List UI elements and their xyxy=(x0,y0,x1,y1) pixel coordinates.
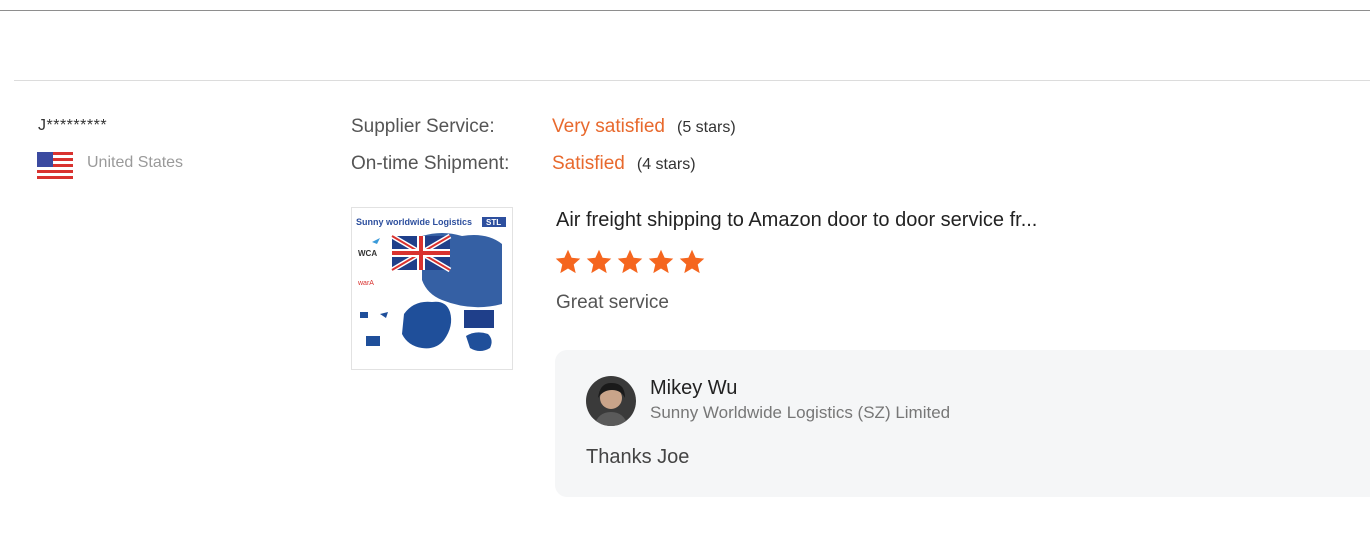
ontime-shipment-stars: (4 stars) xyxy=(636,156,696,173)
product-image[interactable]: Sunny worldwide Logistics STL WCA warA xyxy=(351,207,513,370)
supplier-service-stars: (5 stars) xyxy=(677,119,736,136)
product-star-rating xyxy=(554,248,706,278)
image-badge: STL xyxy=(486,218,501,227)
product-thumbnail: Sunny worldwide Logistics STL WCA warA xyxy=(352,208,512,369)
supplier-service-rating: Very satisfied (5 stars) xyxy=(552,116,736,138)
reply-text: Thanks Joe xyxy=(586,446,690,468)
top-divider xyxy=(0,10,1370,11)
buyer-country: United States xyxy=(87,154,184,171)
star-icon xyxy=(555,249,581,274)
avatar xyxy=(586,376,636,426)
supplier-reply: Mikey Wu Sunny Worldwide Logistics (SZ) … xyxy=(555,350,1370,497)
avatar-image xyxy=(586,376,636,426)
supplier-service-label: Supplier Service: xyxy=(351,116,495,137)
ontime-shipment-value: Satisfied xyxy=(552,153,625,174)
star-icon xyxy=(648,249,674,274)
image-caption: Sunny worldwide Logistics xyxy=(356,217,472,227)
star-icon xyxy=(617,249,643,274)
ontime-shipment-rating: Satisfied (4 stars) xyxy=(552,153,696,175)
star-icon xyxy=(586,249,612,274)
ontime-shipment-label: On-time Shipment: xyxy=(351,153,510,174)
star-icon xyxy=(679,249,705,274)
replier-name: Mikey Wu xyxy=(650,377,738,399)
review-text: Great service xyxy=(556,292,669,313)
supplier-service-value: Very satisfied xyxy=(552,116,665,137)
us-flag-icon xyxy=(37,152,73,179)
review-divider xyxy=(14,80,1370,81)
image-wara: warA xyxy=(357,280,374,287)
replier-company: Sunny Worldwide Logistics (SZ) Limited xyxy=(650,403,951,422)
product-title-link[interactable]: Air freight shipping to Amazon door to d… xyxy=(556,209,1037,232)
buyer-name: J********* xyxy=(38,117,108,134)
image-wca: WCA xyxy=(358,249,377,258)
